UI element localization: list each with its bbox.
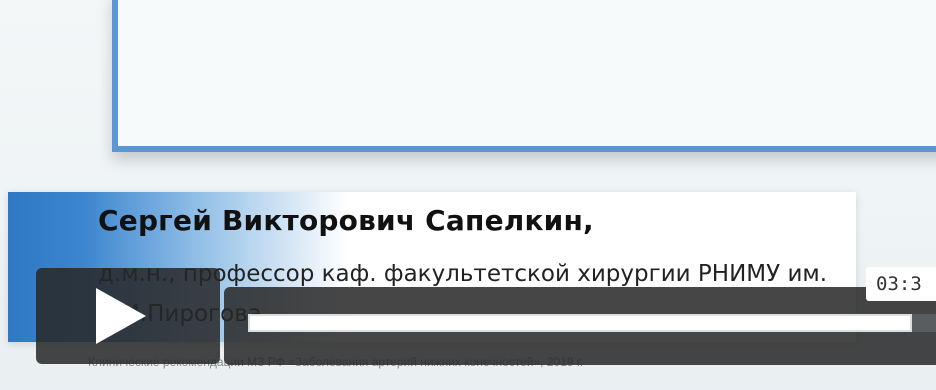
speaker-name: Сергей Викторович Сапелкин,: [98, 204, 594, 237]
play-icon: [96, 288, 146, 344]
time-tooltip: 03:3: [866, 267, 936, 301]
video-control-bar: [224, 287, 936, 365]
slide-frame: [112, 0, 936, 152]
progress-bar[interactable]: [248, 314, 936, 332]
play-button[interactable]: [36, 268, 220, 364]
progress-bar-fill: [248, 314, 912, 332]
